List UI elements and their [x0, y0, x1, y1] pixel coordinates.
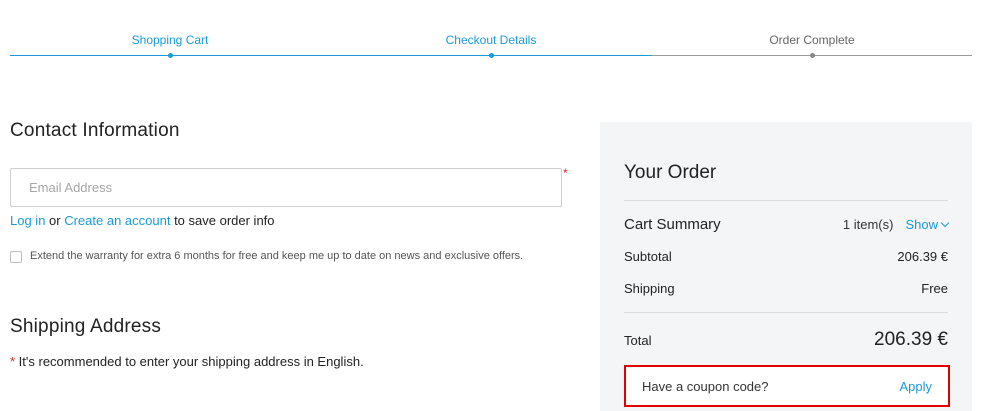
save-order-text: to save order info: [170, 213, 275, 228]
items-count: 1 item(s): [842, 217, 894, 232]
step-shopping-cart[interactable]: Shopping Cart: [50, 33, 290, 58]
required-mark: *: [563, 166, 568, 180]
subtotal-row: Subtotal 206.39 €: [624, 249, 948, 264]
create-account-link[interactable]: Create an account: [64, 213, 170, 228]
step-dot-icon: [168, 53, 173, 58]
cart-summary-row: Cart Summary 1 item(s) Show: [624, 216, 950, 233]
login-link[interactable]: Log in: [10, 213, 45, 228]
warranty-option: Extend the warranty for extra 6 months f…: [10, 250, 570, 263]
chevron-down-icon: [940, 218, 950, 228]
coupon-question: Have a coupon code?: [642, 378, 769, 394]
order-summary-panel: Your Order Cart Summary 1 item(s) Show S…: [600, 122, 972, 411]
show-items-button[interactable]: Show: [905, 217, 950, 232]
shipping-row: Shipping Free: [624, 281, 948, 296]
step-dot-icon: [489, 53, 494, 58]
contact-information-title: Contact Information: [10, 120, 180, 141]
warranty-text: Extend the warranty for extra 6 months f…: [30, 250, 524, 262]
divider: [624, 312, 948, 313]
show-label: Show: [905, 217, 938, 232]
progress-line-completed: [10, 55, 652, 56]
login-prompt: Log in or Create an account to save orde…: [10, 213, 275, 228]
step-label: Checkout Details: [445, 33, 537, 47]
email-field-wrapper: *: [10, 166, 570, 208]
total-label: Total: [624, 332, 652, 348]
step-label: Shopping Cart: [131, 33, 209, 47]
divider: [624, 200, 948, 201]
step-checkout-details[interactable]: Checkout Details: [371, 33, 611, 58]
cart-summary-label: Cart Summary: [624, 216, 721, 233]
shipping-note-text: It's recommended to enter your shipping …: [15, 354, 364, 369]
subtotal-label: Subtotal: [624, 249, 672, 264]
step-dot-icon: [810, 53, 815, 58]
shipping-address-title: Shipping Address: [10, 316, 162, 337]
apply-coupon-button[interactable]: Apply: [899, 379, 932, 394]
step-label: Order Complete: [769, 33, 855, 47]
step-order-complete: Order Complete: [692, 33, 932, 58]
coupon-box[interactable]: Have a coupon code? Apply: [624, 365, 950, 407]
cart-summary-meta: 1 item(s) Show: [842, 217, 950, 232]
total-row: Total 206.39 €: [624, 329, 948, 351]
shipping-note: * It's recommended to enter your shippin…: [10, 354, 364, 369]
email-input[interactable]: [10, 168, 562, 207]
warranty-checkbox[interactable]: [10, 251, 22, 263]
total-value: 206.39 €: [874, 329, 948, 350]
or-text: or: [45, 213, 65, 228]
subtotal-value: 206.39 €: [897, 249, 948, 264]
shipping-label: Shipping: [624, 281, 675, 296]
checkout-progress: Shopping Cart Checkout Details Order Com…: [10, 0, 972, 70]
your-order-title: Your Order: [624, 162, 717, 183]
shipping-value: Free: [921, 281, 948, 296]
